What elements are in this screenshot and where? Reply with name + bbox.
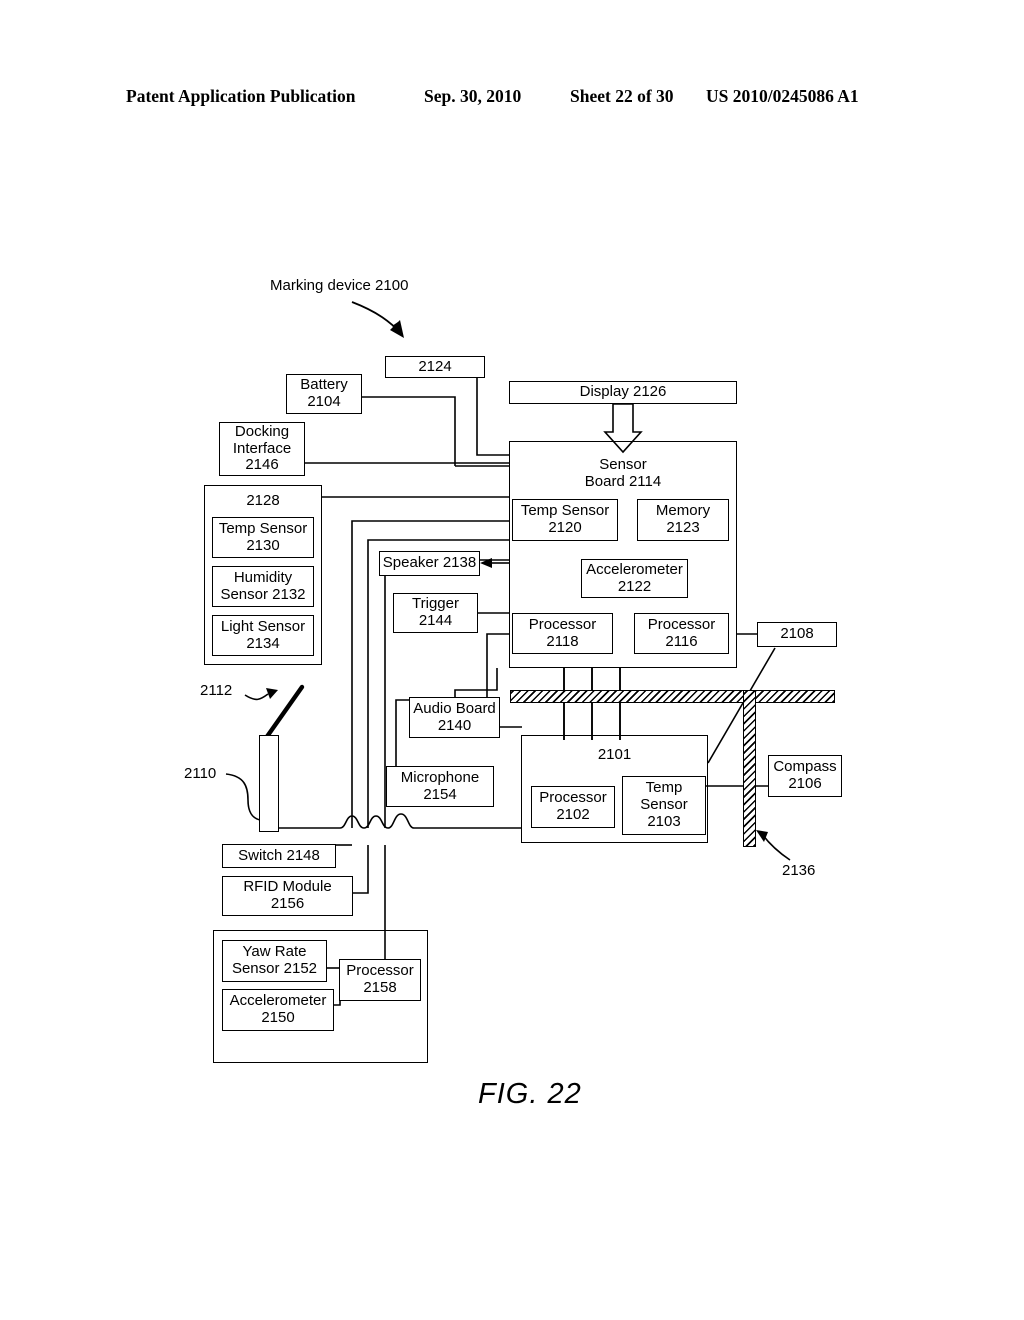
block-microphone-2154[interactable]: Microphone 2154 [386, 766, 494, 807]
block-proc-2116-line2: 2116 [665, 632, 698, 650]
block-processor-2116[interactable]: Processor 2116 [634, 613, 729, 654]
block-accelerometer-2150[interactable]: Accelerometer 2150 [222, 989, 334, 1031]
callout-2112: 2112 [200, 682, 233, 699]
block-proc-2116-line1: Processor [647, 615, 716, 633]
callout-2110: 2110 [184, 765, 217, 782]
block-trigger-2144-line1: Trigger [412, 595, 459, 613]
block-sensor-board-2114-line2: Board 2114 [584, 472, 662, 490]
block-2124-line1: 2124 [418, 357, 452, 375]
block-processor-2158[interactable]: Processor 2158 [339, 959, 421, 1001]
block-rfid-2156-line1: RFID Module [243, 878, 332, 896]
block-humidity-2132-line1: Humidity [233, 568, 293, 586]
block-temp-2120-line2: 2120 [548, 519, 582, 536]
block-trigger-2144-line2: 2144 [418, 612, 453, 629]
figure-caption: FIG. 22 [478, 1078, 582, 1110]
hatched-bar-horizontal [510, 690, 835, 703]
block-proc-2102-line1: Processor [539, 789, 607, 807]
block-proc-2118-line1: Processor [528, 615, 597, 633]
block-memory-2123-line1: Memory [655, 502, 711, 520]
block-humidity-sensor-2132[interactable]: Humidity Sensor 2132 [212, 566, 314, 607]
block-display-2126[interactable]: Display 2126 [509, 381, 737, 404]
block-accel-2122-line2: 2122 [617, 577, 652, 595]
block-humidity-2132-line2: Sensor 2132 [220, 585, 306, 603]
block-docking-2146-line3: 2146 [245, 456, 279, 474]
block-temp-2130-line1: Temp Sensor [218, 519, 308, 537]
block-microphone-2154-line2: 2154 [423, 785, 457, 803]
block-docking-2146-line1: Docking [234, 422, 290, 440]
block-accel-2122-line1: Accelerometer [586, 560, 683, 578]
block-2128-line1: 2128 [246, 492, 280, 509]
block-battery-2104[interactable]: Battery 2104 [286, 374, 362, 414]
block-rfid-module-2156[interactable]: RFID Module 2156 [222, 876, 353, 916]
block-2101-line1: 2101 [597, 746, 632, 763]
block-2108[interactable]: 2108 [757, 622, 837, 647]
block-temp-2103-line2: Sensor [640, 796, 688, 814]
block-compass-2106-line2: 2106 [788, 775, 822, 792]
block-speaker-2138[interactable]: Speaker 2138 [379, 551, 480, 576]
block-docking-2146-line2: Interface [232, 439, 292, 457]
block-temp-2103-line1: Temp [645, 779, 683, 797]
block-proc-2118-line2: 2118 [546, 632, 579, 650]
block-temp-sensor-2130[interactable]: Temp Sensor 2130 [212, 517, 314, 558]
block-display-2126-line1: Display 2126 [579, 383, 667, 401]
block-memory-2123-line2: 2123 [666, 519, 700, 536]
block-rfid-2156-line2: 2156 [270, 895, 305, 912]
figure-22-diagram: Marking device 2100 2112 2110 2136 Batte… [0, 0, 1024, 1320]
block-trigger-2144[interactable]: Trigger 2144 [393, 593, 478, 633]
block-temp-2103-line3: 2103 [647, 812, 681, 830]
block-processor-2102[interactable]: Processor 2102 [531, 786, 615, 828]
block-battery-2104-line1: Battery [300, 376, 348, 394]
block-yaw-rate-sensor-2152[interactable]: Yaw Rate Sensor 2152 [222, 940, 327, 982]
block-yaw-2152-line2: Sensor 2152 [231, 960, 318, 977]
hatched-bar-vertical [743, 690, 756, 847]
block-temp-2130-line2: 2130 [246, 536, 280, 554]
block-compass-2106-line1: Compass [773, 758, 837, 776]
block-proc-2158-line1: Processor [346, 962, 414, 980]
block-processor-2118[interactable]: Processor 2118 [512, 613, 613, 654]
block-sensor-board-2114-line1: Sensor [599, 456, 647, 473]
block-audio-board-2140[interactable]: Audio Board 2140 [409, 697, 500, 738]
block-temp-sensor-2103[interactable]: Temp Sensor 2103 [622, 776, 706, 835]
block-temp-2120-line1: Temp Sensor [520, 502, 610, 520]
block-switch-2148[interactable]: Switch 2148 [222, 844, 336, 868]
block-light-sensor-2134[interactable]: Light Sensor 2134 [212, 615, 314, 656]
element-2110-rect [259, 735, 279, 832]
block-switch-2148-line1: Switch 2148 [238, 846, 320, 864]
block-accel-2150-line2: 2150 [261, 1009, 295, 1026]
block-light-2134-line1: Light Sensor [220, 617, 306, 635]
block-accelerometer-2122[interactable]: Accelerometer 2122 [581, 559, 688, 598]
block-docking-interface-2146[interactable]: Docking Interface 2146 [219, 422, 305, 476]
block-audio-2140-line1: Audio Board [413, 699, 496, 717]
block-memory-2123[interactable]: Memory 2123 [637, 499, 729, 541]
block-yaw-2152-line1: Yaw Rate [242, 943, 307, 961]
block-battery-2104-line2: 2104 [307, 393, 341, 410]
block-2108-line1: 2108 [780, 625, 814, 643]
block-accel-2150-line1: Accelerometer [229, 992, 327, 1010]
block-microphone-2154-line1: Microphone [400, 768, 480, 786]
block-2124[interactable]: 2124 [385, 356, 485, 378]
block-proc-2102-line2: 2102 [556, 806, 590, 823]
block-proc-2158-line2: 2158 [363, 979, 397, 996]
block-speaker-2138-line1: Speaker 2138 [382, 554, 477, 572]
callout-2136: 2136 [782, 862, 816, 879]
block-temp-sensor-2120[interactable]: Temp Sensor 2120 [512, 499, 618, 541]
block-light-2134-line2: 2134 [246, 634, 280, 652]
block-compass-2106[interactable]: Compass 2106 [768, 755, 842, 797]
block-audio-2140-line2: 2140 [437, 716, 472, 734]
marking-device-label: Marking device 2100 [270, 277, 409, 294]
